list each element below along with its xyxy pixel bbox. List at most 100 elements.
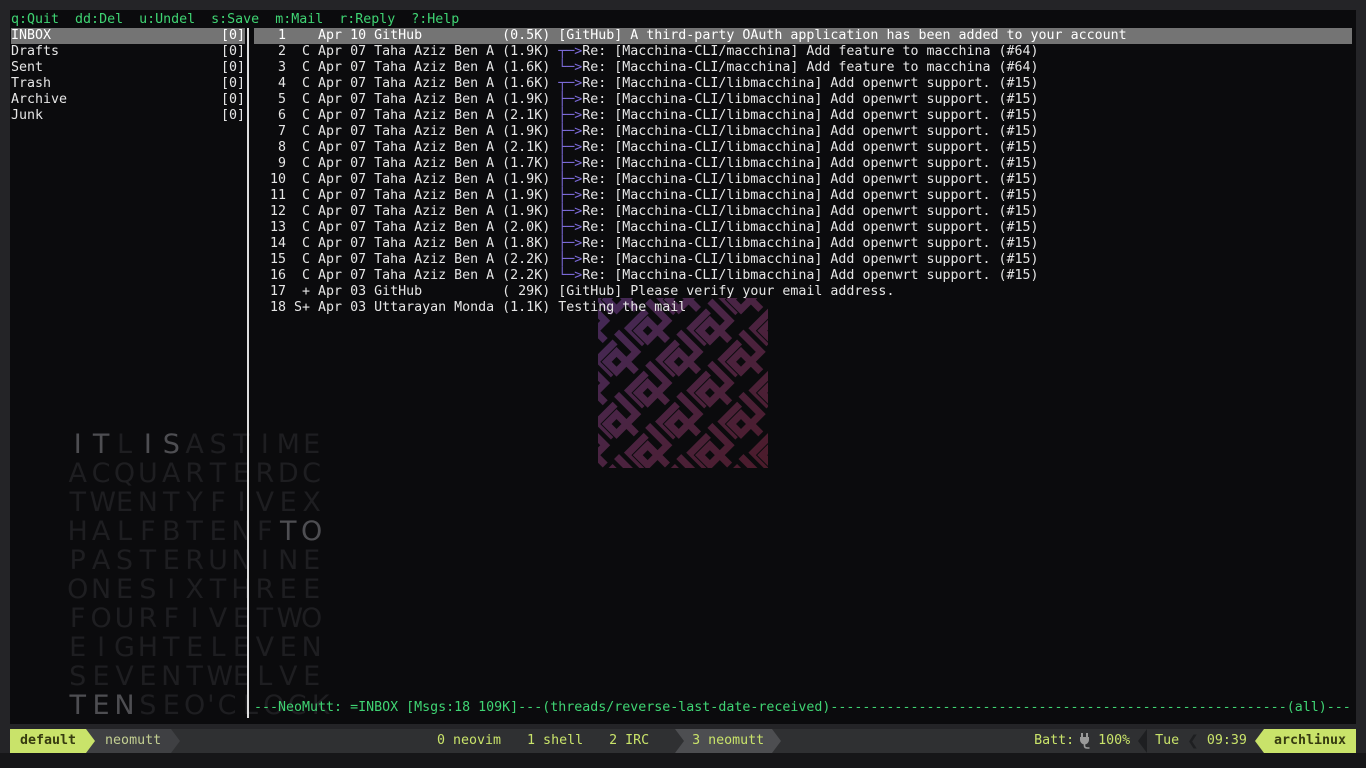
wordclock-letter: T [230, 437, 253, 453]
wordclock-letter: H [136, 640, 159, 656]
wordclock-letter: E [277, 495, 300, 511]
wordclock-letter: I [183, 611, 206, 627]
mail-row-18[interactable]: 18 S+ Apr 03 Uttarayan Monda (1.1K) Test… [254, 300, 1352, 316]
thread-tree-icon: └─> [558, 268, 582, 283]
mail-subject: Re: [Macchina-CLI/libmacchina] Add openw… [582, 236, 1038, 251]
wordclock-letter: N [300, 640, 323, 656]
mail-subject: Re: [Macchina-CLI/libmacchina] Add openw… [582, 156, 1038, 171]
sidebar-item-junk[interactable]: Junk[0] [11, 108, 245, 124]
mail-row-12[interactable]: 12 C Apr 07 Taha Aziz Ben A (1.9K) ├─>Re… [254, 204, 1352, 220]
menu-item-help[interactable]: ?:Help [411, 12, 459, 27]
mail-subject: Re: [Macchina-CLI/libmacchina] Add openw… [582, 204, 1038, 219]
tmux-session-app[interactable]: neomutt [95, 729, 171, 753]
taskbar-window-active[interactable]: 3 neomutt [684, 729, 772, 753]
mail-row-columns: 5 C Apr 07 Taha Aziz Ben A (1.9K) [254, 92, 558, 107]
mail-row-3[interactable]: 3 C Apr 07 Taha Aziz Ben A (1.6K) └─>Re:… [254, 60, 1352, 76]
menu-item-del[interactable]: dd:Del [75, 12, 123, 27]
menu-item-mail[interactable]: m:Mail [275, 12, 323, 27]
wordclock-letter: A [66, 466, 89, 482]
wordclock-letter: Y [183, 495, 206, 511]
wordclock-letter: Q [113, 466, 136, 482]
mail-row-13[interactable]: 13 C Apr 07 Taha Aziz Ben A (2.0K) ├─>Re… [254, 220, 1352, 236]
wordclock-letter: F [136, 524, 159, 540]
sidebar-item-trash[interactable]: Trash[0] [11, 76, 245, 92]
wordclock-letter: L [253, 669, 276, 685]
wordclock-letter: V [253, 495, 276, 511]
wordclock-letter: L [206, 640, 229, 656]
mailbox-count: [0] [221, 108, 245, 124]
mail-row-5[interactable]: 5 C Apr 07 Taha Aziz Ben A (1.9K) ├─>Re:… [254, 92, 1352, 108]
wordclock-letter: S [136, 582, 159, 598]
taskbar-window[interactable]: 0 neovim [437, 729, 501, 753]
wordclock-letter: D [277, 466, 300, 482]
thread-tree-icon: ┬─> [558, 76, 582, 91]
taskbar-window[interactable]: 2 IRC [609, 729, 649, 753]
wordclock-row: SEVENTWELVE [66, 662, 332, 691]
thread-tree-icon: ├─> [558, 204, 582, 219]
wordclock-letter: E [136, 669, 159, 685]
wordclock-letter: V [253, 640, 276, 656]
wordclock-watermark: ITLISASTIMEACQUARTERDCTWENTYFIVEXHALFBTE… [66, 430, 332, 720]
wordclock-letter: E [113, 495, 136, 511]
sidebar-item-archive[interactable]: Archive[0] [11, 92, 245, 108]
wordclock-letter: E [183, 640, 206, 656]
thread-tree-icon: ├─> [558, 156, 582, 171]
powerline-arrow-icon [171, 729, 180, 753]
wordclock-letter: E [160, 553, 183, 569]
menu-item-save[interactable]: s:Save [211, 12, 259, 27]
wordclock-letter: E [230, 611, 253, 627]
wordclock-letter: U [206, 553, 229, 569]
mail-row-11[interactable]: 11 C Apr 07 Taha Aziz Ben A (1.9K) ├─>Re… [254, 188, 1352, 204]
wordclock-letter: N [136, 495, 159, 511]
mail-row-1[interactable]: 1 Apr 10 GitHub (0.5K) [GitHub] A third-… [254, 28, 1352, 44]
thread-tree-icon: ├─> [558, 124, 582, 139]
wordclock-letter: L [113, 437, 136, 453]
wordclock-letter: X [300, 495, 323, 511]
power-plug-icon [1078, 733, 1092, 749]
mail-row-7[interactable]: 7 C Apr 07 Taha Aziz Ben A (1.9K) ├─>Re:… [254, 124, 1352, 140]
sidebar-item-drafts[interactable]: Drafts[0] [11, 44, 245, 60]
mail-row-8[interactable]: 8 C Apr 07 Taha Aziz Ben A (2.1K) ├─>Re:… [254, 140, 1352, 156]
mailbox-name: Trash [11, 76, 51, 92]
mail-row-15[interactable]: 15 C Apr 07 Taha Aziz Ben A (2.2K) ├─>Re… [254, 252, 1352, 268]
mail-row-9[interactable]: 9 C Apr 07 Taha Aziz Ben A (1.7K) ├─>Re:… [254, 156, 1352, 172]
mail-subject: Re: [Macchina-CLI/libmacchina] Add openw… [582, 108, 1038, 123]
wordclock-letter: S [160, 437, 183, 453]
taskbar-window[interactable]: 1 shell [527, 729, 583, 753]
mail-row-4[interactable]: 4 C Apr 07 Taha Aziz Ben A (1.6K) ┬─>Re:… [254, 76, 1352, 92]
menu-item-undel[interactable]: u:Undel [139, 12, 195, 27]
mail-row-10[interactable]: 10 C Apr 07 Taha Aziz Ben A (1.9K) ├─>Re… [254, 172, 1352, 188]
wordclock-row: FOURFIVETWO [66, 604, 332, 633]
tmux-status-bar: default neomutt 0 neovim 1 shell 2 IRC 3 ne… [10, 729, 1356, 753]
wordclock-letter: T [160, 495, 183, 511]
wordclock-letter: C [215, 698, 238, 714]
wordclock-letter: V [206, 611, 229, 627]
wordclock-letter: E [230, 640, 253, 656]
mail-row-2[interactable]: 2 C Apr 07 Taha Aziz Ben A (1.9K) ┬─>Re:… [254, 44, 1352, 60]
mail-subject: [GitHub] A third-party OAuth application… [558, 28, 1126, 43]
wordclock-letter: V [277, 669, 300, 685]
wordclock-row: TWENTYFIVEX [66, 488, 332, 517]
tmux-session-name[interactable]: default [10, 729, 86, 753]
mail-row-16[interactable]: 16 C Apr 07 Taha Aziz Ben A (2.2K) └─>Re… [254, 268, 1352, 284]
wordclock-letter: F [206, 495, 229, 511]
wordclock-row: EIGHTELEVEN [66, 633, 332, 662]
menu-item-reply[interactable]: r:Reply [339, 12, 395, 27]
powerline-arrow-icon [675, 729, 684, 753]
thread-tree-icon: ├─> [558, 92, 582, 107]
sidebar-item-sent[interactable]: Sent[0] [11, 60, 245, 76]
wordclock-letter: I [136, 437, 159, 453]
wordclock-letter: T [66, 495, 89, 511]
mail-row-columns: 10 C Apr 07 Taha Aziz Ben A (1.9K) [254, 172, 558, 187]
mail-row-14[interactable]: 14 C Apr 07 Taha Aziz Ben A (1.8K) ├─>Re… [254, 236, 1352, 252]
mail-row-columns: 7 C Apr 07 Taha Aziz Ben A (1.9K) [254, 124, 558, 139]
mail-row-columns: 17 + Apr 03 GitHub ( 29K) [254, 284, 558, 299]
mail-row-columns: 9 C Apr 07 Taha Aziz Ben A (1.7K) [254, 156, 558, 171]
sidebar-item-inbox[interactable]: INBOX[0] [11, 28, 245, 44]
mail-row-17[interactable]: 17 + Apr 03 GitHub ( 29K) [GitHub] Pleas… [254, 284, 1352, 300]
mail-row-6[interactable]: 6 C Apr 07 Taha Aziz Ben A (2.1K) ├─>Re:… [254, 108, 1352, 124]
powerline-arrow-icon [772, 729, 781, 753]
menu-item-quit[interactable]: q:Quit [11, 12, 59, 27]
thread-tree-icon: ├─> [558, 236, 582, 251]
wordclock-letter: O [89, 611, 112, 627]
